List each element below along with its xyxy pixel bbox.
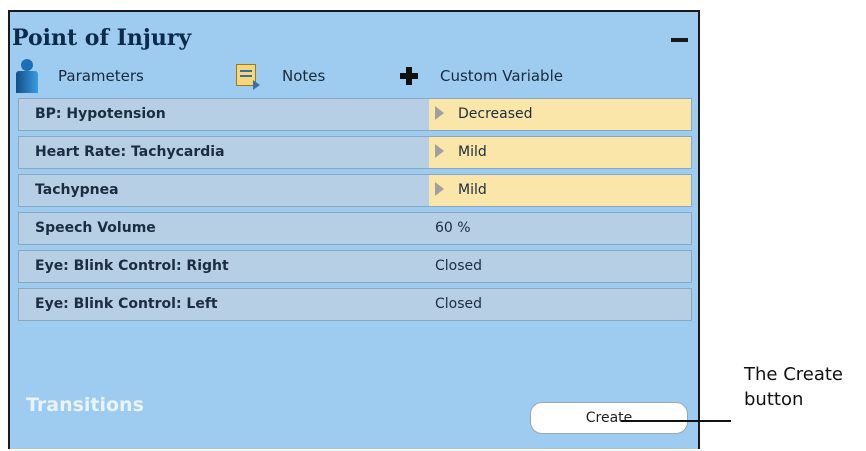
tab-parameters-label: Parameters [58, 67, 144, 85]
callout-line [621, 420, 731, 422]
parameter-label: Eye: Blink Control: Left [35, 296, 218, 312]
tab-parameters[interactable]: Parameters [12, 58, 144, 94]
tab-notes-label: Notes [282, 67, 326, 85]
callout-annotation: The Create button [744, 362, 843, 412]
parameter-label: Tachypnea [35, 182, 119, 198]
parameter-row[interactable]: BP: Hypotension Decreased [18, 98, 692, 131]
play-arrow-icon [435, 105, 444, 120]
play-arrow-icon [435, 181, 444, 196]
callout-line-2: button [744, 389, 804, 410]
transitions-heading: Transitions [26, 394, 144, 416]
parameter-value[interactable]: Mild [429, 175, 691, 206]
parameter-value-text: Decreased [458, 106, 533, 122]
notes-icon [236, 64, 260, 90]
point-of-injury-panel: Point of Injury Parameters Notes Custom … [8, 10, 700, 449]
callout-line-1: The Create [744, 364, 844, 385]
person-icon [12, 59, 40, 93]
parameter-value-text: Mild [458, 182, 487, 198]
tab-custom-variable-label: Custom Variable [440, 67, 563, 85]
parameter-row[interactable]: Tachypnea Mild [18, 174, 692, 207]
panel-tabs: Parameters Notes Custom Variable [10, 58, 698, 94]
parameter-value[interactable]: Closed [429, 289, 691, 320]
parameter-value[interactable]: 60 % [429, 213, 691, 244]
parameter-value[interactable]: Mild [429, 137, 691, 168]
parameter-label: Heart Rate: Tachycardia [35, 144, 225, 160]
collapse-icon[interactable] [671, 38, 688, 42]
parameter-row[interactable]: Heart Rate: Tachycardia Mild [18, 136, 692, 169]
parameter-value-text: Mild [458, 144, 487, 160]
parameter-list: BP: Hypotension Decreased Heart Rate: Ta… [18, 98, 692, 326]
parameter-row[interactable]: Eye: Blink Control: Left Closed [18, 288, 692, 321]
create-button[interactable]: Create [530, 402, 688, 434]
parameter-value[interactable]: Closed [429, 251, 691, 282]
tab-notes[interactable]: Notes [236, 58, 325, 94]
tab-custom-variable[interactable]: Custom Variable [400, 58, 563, 94]
panel-title: Point of Injury [12, 25, 192, 51]
play-arrow-icon [435, 143, 444, 158]
parameter-label: Speech Volume [35, 220, 156, 236]
parameter-label: Eye: Blink Control: Right [35, 258, 229, 274]
parameter-label: BP: Hypotension [35, 106, 166, 122]
parameter-row[interactable]: Speech Volume 60 % [18, 212, 692, 245]
transitions-footer: Transitions Create [10, 374, 698, 451]
parameter-row[interactable]: Eye: Blink Control: Right Closed [18, 250, 692, 283]
parameter-value[interactable]: Decreased [429, 99, 691, 130]
plus-icon [400, 67, 418, 85]
